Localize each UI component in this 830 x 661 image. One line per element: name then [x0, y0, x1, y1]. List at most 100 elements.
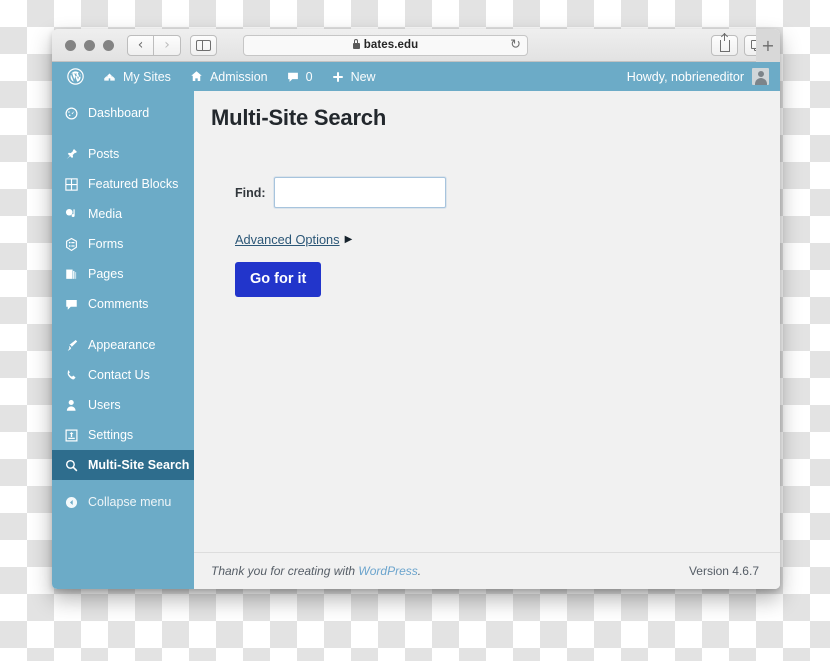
- adminbar-item-comments[interactable]: 0: [277, 62, 322, 91]
- avatar: [752, 68, 769, 85]
- sidebar-label-media: Media: [88, 207, 123, 221]
- menu-separator: [52, 128, 194, 139]
- sidebar-item-appearance[interactable]: Appearance: [52, 330, 194, 360]
- admin-footer: Thank you for creating with WordPress. V…: [194, 552, 780, 589]
- minimize-window-button[interactable]: [84, 39, 95, 51]
- plus-icon: [332, 71, 343, 82]
- sidebar-item-featured-blocks[interactable]: Featured Blocks: [52, 169, 194, 199]
- multi-site-search-form: Find: Advanced Options ▶ Go for it: [211, 177, 760, 297]
- wordpress-logo-icon: [67, 68, 84, 85]
- adminbar-item-my-sites[interactable]: My Sites: [93, 62, 180, 91]
- menu-separator: [52, 319, 194, 330]
- sidebar-label-forms: Forms: [88, 237, 124, 251]
- sidebar-label-appearance: Appearance: [88, 338, 156, 352]
- adminbar-label-new: New: [350, 69, 376, 84]
- adminbar-account-area[interactable]: Howdy, nobrieneditor: [627, 68, 780, 85]
- sidebar-item-contact-us[interactable]: Contact Us: [52, 360, 194, 390]
- media-icon: [63, 207, 79, 222]
- sidebar-item-pages[interactable]: Pages: [52, 259, 194, 289]
- content-inner: Multi-Site Search Find: Advanced Options…: [194, 91, 780, 552]
- plus-icon: +: [761, 35, 775, 55]
- sidebar-label-posts: Posts: [88, 147, 120, 161]
- pages-icon: [63, 267, 79, 282]
- sidebar-item-collapse-menu[interactable]: Collapse menu: [52, 487, 194, 517]
- window-controls: [65, 39, 114, 51]
- users-icon: [63, 398, 79, 413]
- grid-icon: [63, 177, 79, 192]
- sidebar-item-users[interactable]: Users: [52, 390, 194, 420]
- navigation-buttons: ‹ ›: [127, 34, 181, 56]
- forward-chevron-icon: ›: [164, 37, 170, 53]
- site-home-icon: [191, 71, 202, 81]
- my-sites-icon: [104, 73, 115, 81]
- sidebar-item-forms[interactable]: Forms: [52, 229, 194, 259]
- admin-content: Multi-Site Search Find: Advanced Options…: [194, 91, 780, 589]
- advanced-options-row[interactable]: Advanced Options ▶: [235, 232, 760, 247]
- forward-button[interactable]: ›: [154, 34, 181, 56]
- sidebar-item-comments[interactable]: Comments: [52, 289, 194, 319]
- reload-icon[interactable]: ↻: [510, 39, 521, 52]
- sidebar-label-dashboard: Dashboard: [88, 106, 150, 120]
- collapse-arrow-icon: [63, 495, 79, 510]
- sidebar-label-contact-us: Contact Us: [88, 368, 150, 382]
- sidebar-label-comments: Comments: [88, 297, 149, 311]
- footer-period: .: [417, 564, 422, 578]
- page-title: Multi-Site Search: [211, 105, 387, 130]
- wordpress-link[interactable]: WordPress: [358, 564, 417, 578]
- comments-icon: [63, 297, 79, 312]
- wordpress-logo-button[interactable]: [58, 62, 93, 91]
- sidebar-label-pages: Pages: [88, 267, 124, 281]
- find-row: Find:: [235, 177, 760, 208]
- settings-icon: [63, 428, 79, 443]
- sidebar-label-multi-site-search: Multi-Site Search: [88, 458, 190, 472]
- search-input[interactable]: [273, 177, 446, 208]
- comment-count: 0: [305, 69, 313, 84]
- sidebar-label-collapse-menu: Collapse menu: [88, 495, 172, 509]
- dashboard-icon: [63, 106, 79, 121]
- sidebar-item-dashboard[interactable]: Dashboard: [52, 98, 194, 128]
- version-text: Version 4.6.7: [688, 564, 759, 578]
- admin-body: Dashboard Posts Featured Blocks Media Fo…: [52, 91, 780, 589]
- appearance-brush-icon: [63, 338, 79, 353]
- footer-credit: Thank you for creating with WordPress.: [211, 564, 421, 578]
- sidebar-label-settings: Settings: [88, 428, 134, 442]
- sidebar-item-posts[interactable]: Posts: [52, 139, 194, 169]
- adminbar-item-admission[interactable]: Admission: [180, 62, 277, 91]
- new-tab-button[interactable]: +: [756, 29, 780, 62]
- pin-icon: [63, 147, 79, 162]
- lock-icon: [352, 39, 360, 49]
- browser-toolbar: ‹ › bates.edu ↻ +: [52, 29, 780, 62]
- share-button[interactable]: [711, 33, 738, 56]
- adminbar-label-my-sites: My Sites: [123, 69, 171, 84]
- sidebar-toggle-button[interactable]: [190, 34, 217, 56]
- find-label: Find:: [235, 185, 266, 200]
- url-text: bates.edu: [363, 39, 419, 51]
- admin-sidebar-menu: Dashboard Posts Featured Blocks Media Fo…: [52, 91, 194, 589]
- adminbar-item-new[interactable]: New: [322, 62, 385, 91]
- sidebar-item-settings[interactable]: Settings: [52, 420, 194, 450]
- browser-window: ‹ › bates.edu ↻ + My Sites Admission 0 N…: [52, 29, 780, 589]
- search-icon: [63, 458, 79, 473]
- sidebar-label-users: Users: [88, 398, 121, 412]
- close-window-button[interactable]: [65, 39, 76, 51]
- comment-bubble-icon: [287, 72, 298, 82]
- share-icon: [719, 33, 730, 52]
- triangle-right-icon: ▶: [344, 233, 353, 245]
- wp-admin-bar: My Sites Admission 0 New Howdy, nobriene…: [52, 62, 780, 91]
- sidebar-item-multi-site-search[interactable]: Multi-Site Search: [52, 450, 194, 480]
- sidebar-label-featured-blocks: Featured Blocks: [88, 177, 179, 191]
- maximize-window-button[interactable]: [103, 39, 114, 51]
- go-for-it-button[interactable]: Go for it: [235, 262, 322, 297]
- advanced-options-link[interactable]: Advanced Options: [235, 232, 340, 247]
- phone-icon: [63, 368, 79, 383]
- adminbar-label-admission: Admission: [209, 69, 268, 84]
- forms-icon: [63, 237, 79, 252]
- address-bar[interactable]: bates.edu ↻: [243, 34, 528, 56]
- footer-thanks-text: Thank you for creating with: [211, 564, 359, 578]
- howdy-text: Howdy, nobrieneditor: [626, 69, 744, 84]
- back-button[interactable]: ‹: [127, 34, 154, 56]
- sidebar-item-media[interactable]: Media: [52, 199, 194, 229]
- address-bar-content: bates.edu: [352, 39, 419, 51]
- back-chevron-icon: ‹: [137, 37, 144, 53]
- sidebar-panel-icon: [196, 39, 211, 51]
